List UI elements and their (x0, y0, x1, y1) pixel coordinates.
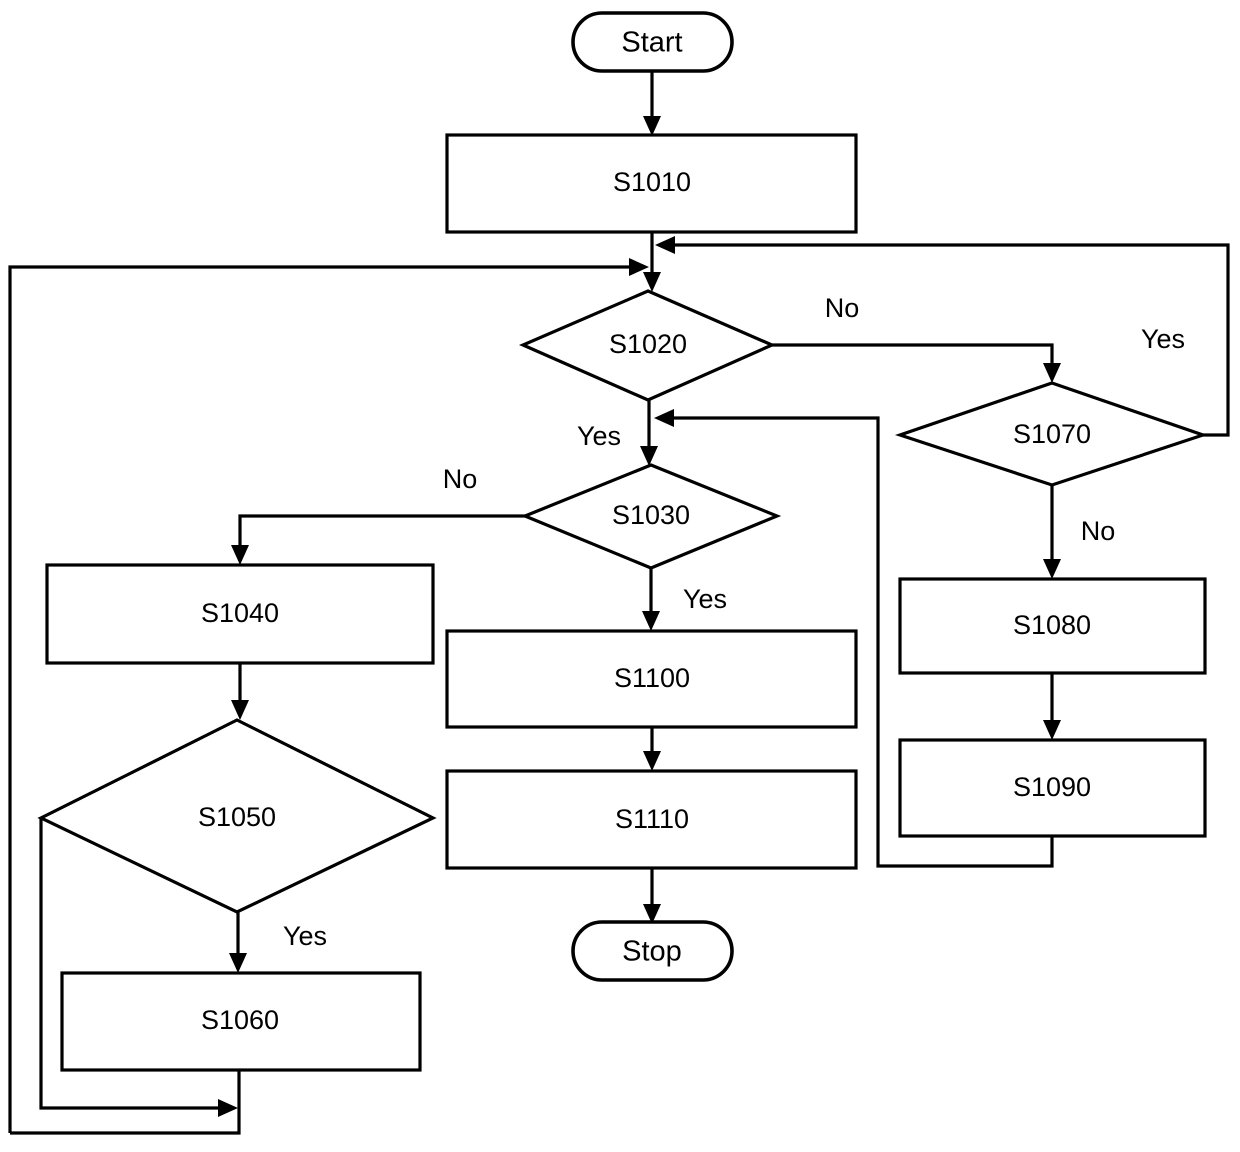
edge-label-s1020-yes: Yes (577, 421, 621, 451)
s1040-label: S1040 (201, 598, 279, 628)
node-s1020[interactable]: S1020 (518, 289, 776, 402)
edge-label-s1030-no: No (443, 464, 478, 494)
arrowhead-icon (643, 272, 661, 292)
s1060-label: S1060 (201, 1005, 279, 1035)
s1030-label: S1030 (612, 500, 690, 530)
node-s1010[interactable]: S1010 (445, 133, 858, 234)
edge-s1110-to-stop (643, 868, 661, 924)
s1070-label: S1070 (1013, 419, 1091, 449)
arrowhead-icon (654, 409, 674, 427)
arrowhead-icon (1043, 720, 1061, 740)
node-s1090[interactable]: S1090 (898, 738, 1207, 838)
s1010-label: S1010 (613, 167, 691, 197)
node-s1110[interactable]: S1110 (445, 769, 858, 870)
edge-s1100-to-s1110 (643, 727, 661, 771)
edge-s1060-loopback (10, 1070, 241, 1135)
node-s1080[interactable]: S1080 (898, 577, 1207, 675)
node-s1060[interactable]: S1060 (60, 971, 422, 1072)
edge-start-to-s1010 (643, 71, 661, 136)
node-start[interactable]: Start (571, 11, 734, 73)
arrowhead-icon (642, 611, 660, 631)
node-s1070[interactable]: S1070 (894, 381, 1209, 487)
node-s1100[interactable]: S1100 (445, 629, 858, 729)
start-label: Start (621, 27, 682, 59)
arrowhead-icon (640, 446, 658, 466)
edge-s1030-no-to-s1040 (231, 514, 525, 565)
arrowhead-icon (643, 751, 661, 771)
flowchart-diagram: Start S1010 S1020 S1030 S1040 S1050 S106… (8, 11, 1230, 1135)
arrowhead-icon (231, 700, 249, 720)
edge-label-s1030-yes: Yes (683, 584, 727, 614)
node-stop[interactable]: Stop (571, 920, 734, 982)
arrowhead-icon (229, 953, 247, 973)
s1110-label: S1110 (615, 804, 689, 834)
edge-s1070-no-to-s1080 (1043, 485, 1061, 579)
s1080-label: S1080 (1013, 610, 1091, 640)
edge-label-s1070-no: No (1081, 516, 1116, 546)
edge-s1080-to-s1090 (1043, 673, 1061, 740)
node-s1030[interactable]: S1030 (520, 463, 782, 570)
s1090-label: S1090 (1013, 772, 1091, 802)
edge-s1020-no-to-s1070 (772, 343, 1061, 383)
arrowhead-icon (231, 545, 249, 565)
edge-s1030-yes-to-s1100 (642, 568, 660, 631)
arrowhead-icon (218, 1099, 238, 1117)
s1050-label: S1050 (198, 802, 276, 832)
edge-s1020-yes-to-s1030 (640, 400, 658, 466)
s1020-label: S1020 (609, 329, 687, 359)
edge-label-s1020-no: No (825, 293, 860, 323)
edge-s1050-yes-to-s1060 (229, 912, 247, 973)
arrowhead-icon (1043, 559, 1061, 579)
node-s1040[interactable]: S1040 (45, 563, 435, 665)
flowchart-canvas: Start S1010 S1020 S1030 S1040 S1050 S106… (0, 0, 1240, 1152)
edge-label-s1050-yes: Yes (283, 921, 327, 951)
arrowhead-icon (643, 116, 661, 136)
edge-s1040-to-s1050 (231, 663, 249, 720)
node-s1050[interactable]: S1050 (37, 718, 437, 914)
s1100-label: S1100 (614, 663, 690, 693)
edge-s1010-to-s1020 (643, 232, 661, 292)
arrowhead-icon (1043, 363, 1061, 383)
stop-label: Stop (622, 936, 682, 968)
arrowhead-icon (655, 236, 675, 254)
edge-label-s1070-yes: Yes (1141, 324, 1185, 354)
